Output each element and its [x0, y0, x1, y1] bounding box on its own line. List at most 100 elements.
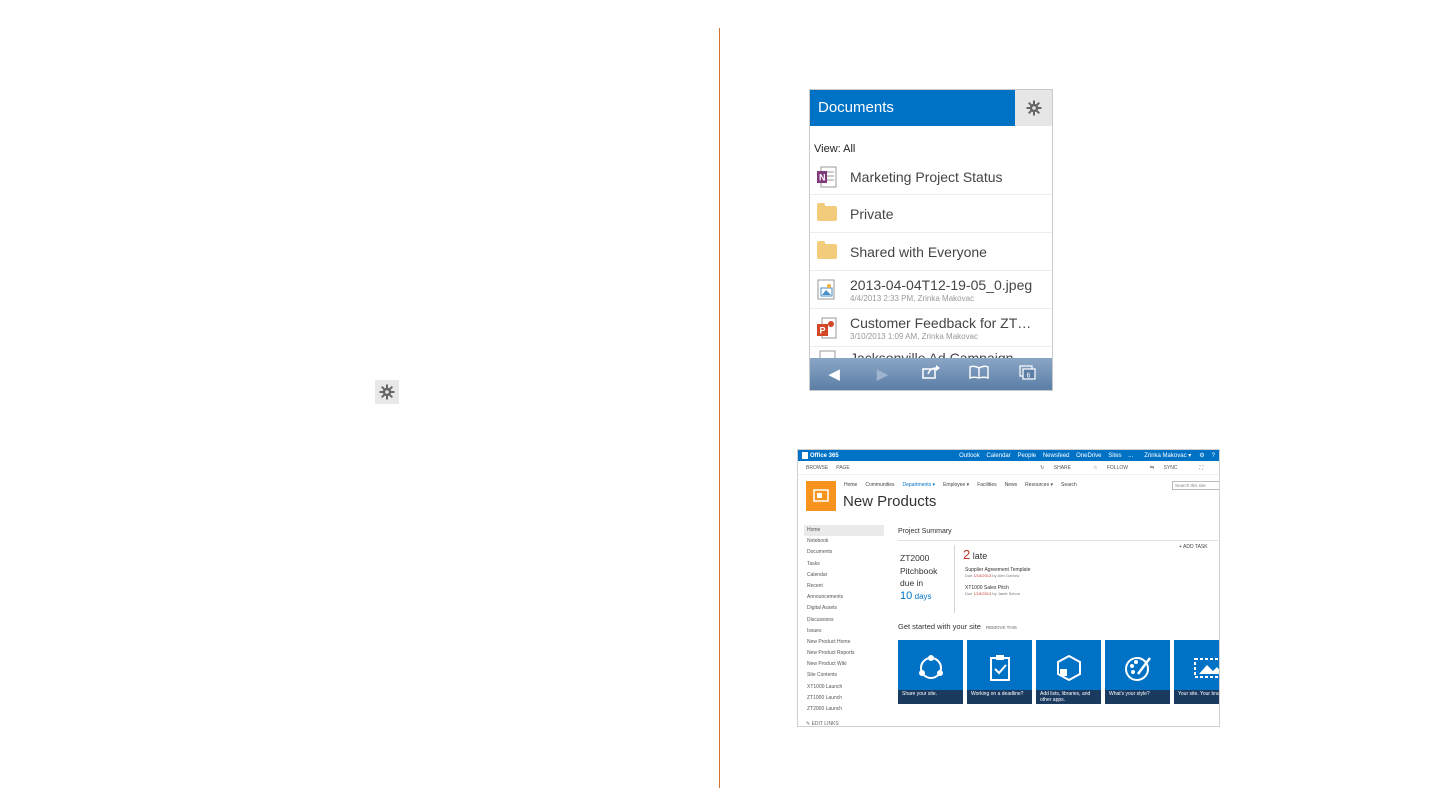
suite-link-outlook[interactable]: Outlook: [959, 453, 980, 459]
remove-this-link[interactable]: REMOVE THIS: [986, 625, 1017, 630]
tile-style[interactable]: What's your style?: [1105, 640, 1170, 704]
forward-icon[interactable]: ▶: [868, 365, 898, 383]
tile-add-apps[interactable]: Add lists, libraries, and other apps.: [1036, 640, 1101, 704]
left-nav-item[interactable]: New Product Wiki: [804, 659, 884, 670]
top-nav-employee[interactable]: Employee ▾: [943, 482, 969, 488]
sync-button[interactable]: ⇆ SYNC: [1150, 465, 1186, 471]
bookmarks-icon[interactable]: [964, 365, 994, 383]
tile-share-site[interactable]: Share your site.: [898, 640, 963, 704]
focus-content-icon[interactable]: ⛶: [1199, 465, 1203, 471]
project-countdown: ZT2000 Pitchbook due in 10 days: [900, 553, 938, 602]
gear-icon[interactable]: [375, 380, 399, 404]
folder-icon: [817, 203, 837, 221]
onenote-icon: N: [816, 166, 838, 188]
top-nav-communities[interactable]: Communities: [865, 482, 894, 488]
tile-deadline[interactable]: Working on a deadline?: [967, 640, 1032, 704]
suite-link-calendar[interactable]: Calendar: [986, 453, 1010, 459]
doc-name: Marketing Project Status: [850, 168, 1003, 185]
office-logo-icon: [802, 452, 808, 459]
left-nav-item[interactable]: Notebook: [804, 536, 884, 547]
apps-hexagon-icon: [1057, 654, 1081, 682]
left-nav-item[interactable]: Announcements: [804, 592, 884, 603]
edit-links[interactable]: ✎ EDIT LINKS: [806, 721, 839, 726]
summary-divider: [898, 540, 1218, 541]
site-logo[interactable]: [806, 481, 836, 511]
powerpoint-icon: P: [816, 317, 838, 339]
top-nav-facilities[interactable]: Facilities: [977, 482, 996, 488]
task-item[interactable]: XT1000 Sales Pitch Due 1/19/2013 by Jane…: [965, 585, 1020, 596]
late-count: 2 late: [963, 547, 988, 562]
suite-link-onedrive[interactable]: OneDrive: [1076, 453, 1101, 459]
left-nav-item[interactable]: Recent: [804, 581, 884, 592]
ribbon-tab-browse[interactable]: BROWSE: [806, 465, 828, 471]
mobile-documents-screenshot: Documents View: All N Marketing Project …: [809, 89, 1053, 391]
left-nav-item[interactable]: Tasks: [804, 559, 884, 570]
site-search-input[interactable]: Search this site: [1172, 481, 1219, 490]
tile-brand[interactable]: Your site. Your brand!: [1174, 640, 1219, 704]
follow-button[interactable]: ☆ FOLLOW: [1093, 465, 1136, 471]
folder-item[interactable]: Private: [810, 195, 1052, 233]
top-nav-resources[interactable]: Resources ▾: [1025, 482, 1053, 488]
site-title[interactable]: New Products: [843, 493, 936, 510]
settings-gear-icon[interactable]: ⚙: [1199, 452, 1204, 459]
browser-toolbar: ◀ ▶ 6: [810, 358, 1052, 390]
palette-icon: [1125, 657, 1151, 681]
top-nav-departments[interactable]: Departments ▾: [903, 482, 936, 488]
left-nav-item[interactable]: ZT1000 Launch: [804, 693, 884, 704]
vertical-divider: [719, 28, 720, 788]
get-started-title: Get started with your site REMOVE THIS: [898, 622, 1017, 631]
left-nav-item[interactable]: Digital Assets: [804, 603, 884, 614]
view-selector[interactable]: View: All: [810, 126, 1052, 159]
suite-link-sites[interactable]: Sites: [1108, 453, 1121, 459]
picture-icon: [1194, 658, 1219, 678]
doc-item[interactable]: P Customer Feedback for ZT… 3/10/2013 1:…: [810, 309, 1052, 347]
left-nav-item[interactable]: New Product Home: [804, 637, 884, 648]
tile-caption: Working on a deadline?: [967, 690, 1032, 704]
left-nav-item[interactable]: Discussions: [804, 615, 884, 626]
user-menu[interactable]: Zrinka Makovac ▾: [1144, 452, 1191, 459]
quick-launch-nav: Home Notebook Documents Tasks Calendar R…: [804, 525, 884, 715]
top-nav-news[interactable]: News: [1005, 482, 1018, 488]
help-icon[interactable]: ?: [1212, 453, 1215, 459]
left-nav-item[interactable]: Documents: [804, 547, 884, 558]
office365-suite-bar: Office 365 Outlook Calendar People Newsf…: [798, 450, 1219, 461]
page: Documents View: All N Marketing Project …: [0, 0, 1440, 810]
doc-meta: 3/10/2013 1:09 AM, Zrinka Makovac: [850, 331, 979, 341]
left-nav-item[interactable]: Calendar: [804, 570, 884, 581]
folder-item[interactable]: Shared with Everyone: [810, 233, 1052, 271]
svg-text:N: N: [819, 172, 826, 182]
task-item[interactable]: Supplier Agreement Template Due 1/15/201…: [965, 567, 1031, 578]
image-file-icon: [816, 279, 838, 301]
clipboard-check-icon: [990, 655, 1010, 681]
left-nav-item[interactable]: Site Contents: [804, 670, 884, 681]
ribbon-tab-page[interactable]: PAGE: [836, 465, 850, 471]
doc-name: 2013-04-04T12-19-05_0.jpeg: [850, 276, 1033, 293]
tile-caption: Share your site.: [898, 690, 963, 704]
suite-link-people[interactable]: People: [1017, 453, 1036, 459]
doc-item[interactable]: 2013-04-04T12-19-05_0.jpeg 4/4/2013 2:33…: [810, 271, 1052, 309]
folder-icon: [817, 241, 837, 259]
left-nav-item[interactable]: New Product Reports: [804, 648, 884, 659]
office365-brand[interactable]: Office 365: [802, 452, 839, 459]
suite-link-more[interactable]: ...: [1128, 453, 1133, 459]
share-icon[interactable]: [916, 365, 946, 383]
top-nav-search[interactable]: Search: [1061, 482, 1077, 488]
left-nav-item[interactable]: Issues: [804, 626, 884, 637]
share-button[interactable]: ↻ SHARE: [1040, 465, 1079, 471]
tabs-icon[interactable]: 6: [1013, 364, 1043, 384]
top-nav: Home Communities Departments ▾ Employee …: [844, 482, 1077, 488]
left-nav-item[interactable]: XT1000 Launch: [804, 682, 884, 693]
doc-item[interactable]: N Marketing Project Status: [810, 159, 1052, 195]
add-task-button[interactable]: + ADD TASK: [1179, 544, 1208, 550]
left-nav-item[interactable]: Home: [804, 525, 884, 537]
sync-icon: ⇆: [1149, 464, 1155, 471]
top-nav-home[interactable]: Home: [844, 482, 857, 488]
folder-name: Private: [850, 205, 894, 222]
back-icon[interactable]: ◀: [819, 365, 849, 383]
left-nav-item[interactable]: ZT2000 Launch: [804, 704, 884, 715]
suite-link-newsfeed[interactable]: Newsfeed: [1043, 453, 1070, 459]
mobile-settings-gear-icon[interactable]: [1015, 90, 1052, 126]
doc-name: Customer Feedback for ZT…: [850, 314, 1032, 331]
doc-meta: 4/4/2013 2:33 PM, Zrinka Makovac: [850, 293, 975, 303]
svg-text:6: 6: [1026, 372, 1030, 379]
